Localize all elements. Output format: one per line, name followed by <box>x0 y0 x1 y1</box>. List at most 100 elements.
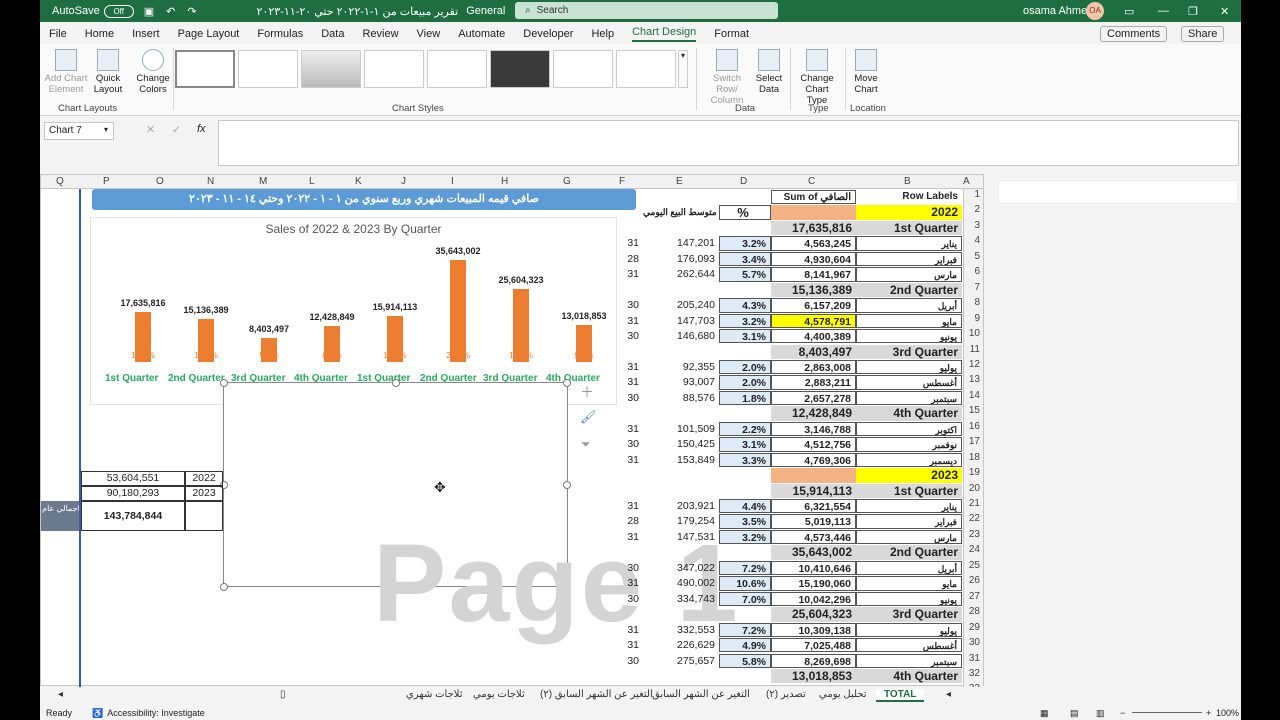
pivot-cell-d[interactable] <box>719 221 771 235</box>
pivot-cell-d[interactable]: 3.3% <box>719 452 771 468</box>
zoom-in-icon[interactable]: + <box>1206 708 1211 718</box>
pivot-cell-b[interactable]: 4th Quarter <box>856 668 962 684</box>
tab-view[interactable]: View <box>417 28 441 40</box>
pivot-cell-d[interactable]: 5.8% <box>719 653 771 668</box>
resize-handle[interactable] <box>563 481 571 489</box>
row-header[interactable]: 11 <box>970 344 980 355</box>
pivot-cell-e[interactable]: 92,355 <box>643 360 719 374</box>
pivot-cell-b[interactable]: أغسطس <box>856 638 962 653</box>
pivot-cell-b[interactable]: أبريل <box>856 298 962 313</box>
row-header[interactable]: 1 <box>974 189 980 200</box>
sensitivity-label[interactable]: General <box>466 5 505 17</box>
pivot-cell-c[interactable]: 17,635,816 <box>771 220 856 236</box>
pivot-cell-d[interactable] <box>719 190 771 204</box>
col-header[interactable]: F <box>619 176 625 187</box>
row-header[interactable]: 8 <box>974 297 980 308</box>
summary-total-blank[interactable] <box>185 501 223 531</box>
tab-automate[interactable]: Automate <box>458 28 505 40</box>
pivot-cell-e[interactable]: 150,425 <box>643 437 719 451</box>
row-header[interactable]: 27 <box>969 591 980 602</box>
pivot-cell-f[interactable] <box>603 345 643 359</box>
pivot-cell-b[interactable]: 1st Quarter <box>856 483 962 498</box>
switch-row-column-button[interactable]: Switch Row/ Column <box>702 49 752 106</box>
sheet-tab[interactable]: ثلاجات شهري <box>406 689 463 700</box>
tab-chart-design[interactable]: Chart Design <box>632 26 697 42</box>
pivot-cell-f[interactable]: 31 <box>603 360 643 374</box>
pivot-cell-e[interactable] <box>643 669 719 683</box>
col-header[interactable]: J <box>401 176 406 187</box>
pivot-cell-e[interactable] <box>643 545 719 559</box>
styles-scroll[interactable]: ▾ <box>678 50 688 88</box>
col-header[interactable]: O <box>156 176 164 187</box>
pivot-cell-b[interactable]: 4th Quarter <box>856 406 962 421</box>
col-header[interactable]: K <box>355 176 362 187</box>
pivot-cell-d[interactable]: 3.1% <box>719 329 771 344</box>
search-box[interactable]: ⌕ Search <box>515 2 778 19</box>
close-icon[interactable]: ✕ <box>1220 5 1229 18</box>
pivot-cell-b[interactable]: يوليو <box>856 359 962 375</box>
col-header[interactable]: G <box>563 176 571 187</box>
pivot-cell-c[interactable]: 2,863,008 <box>771 359 856 375</box>
pivot-cell-f[interactable]: 30 <box>603 561 643 575</box>
pivot-cell-e[interactable]: 147,531 <box>643 530 719 544</box>
pivot-cell-e[interactable] <box>643 283 719 297</box>
pivot-cell-c[interactable]: 4,578,791 <box>771 313 856 329</box>
pivot-cell-c[interactable]: 4,512,756 <box>771 437 856 452</box>
pivot-cell-d[interactable]: 3.2% <box>719 529 771 545</box>
worksheet-grid[interactable]: Q P O N M L K J I H G F E D C B A 123456… <box>40 174 984 694</box>
pivot-cell-d[interactable]: 4.3% <box>719 298 771 313</box>
comments-button[interactable]: Comments <box>1100 26 1168 42</box>
pivot-cell-d[interactable]: 7.0% <box>719 591 771 607</box>
pivot-cell-d[interactable]: 2.0% <box>719 359 771 375</box>
pivot-cell-e[interactable] <box>643 190 719 204</box>
pivot-cell-d[interactable] <box>719 406 771 420</box>
col-header[interactable]: N <box>207 176 214 187</box>
pivot-cell-d[interactable]: 5.7% <box>719 267 771 282</box>
pivot-cell-c[interactable]: 2,883,211 <box>771 375 856 390</box>
col-header[interactable]: Q <box>56 176 64 187</box>
row-header[interactable]: 25 <box>969 560 980 571</box>
pivot-cell-d[interactable] <box>719 283 771 297</box>
tab-format[interactable]: Format <box>714 28 749 40</box>
summary-total[interactable]: 143,784,844 <box>81 501 185 531</box>
chevron-down-icon[interactable]: ▾ <box>104 125 108 134</box>
pivot-cell-e[interactable]: 203,921 <box>643 499 719 513</box>
pivot-cell-e[interactable]: 275,657 <box>643 654 719 668</box>
pivot-cell-e[interactable]: 179,254 <box>643 514 719 528</box>
pivot-cell-f[interactable] <box>603 669 643 683</box>
pivot-cell-e[interactable]: 88,576 <box>643 391 719 405</box>
fx-icon[interactable]: fx <box>197 123 206 135</box>
pivot-cell-b[interactable]: 1st Quarter <box>856 220 962 236</box>
sheet-tab-total[interactable]: TOTAL <box>876 689 925 702</box>
select-data-button[interactable]: Select Data <box>752 49 786 95</box>
chart-bar[interactable] <box>450 260 466 362</box>
pivot-cell-d[interactable] <box>719 484 771 498</box>
summary-2022-value[interactable]: 53,604,551 <box>81 471 185 486</box>
row-header[interactable]: 24 <box>969 544 980 555</box>
tab-insert[interactable]: Insert <box>132 28 160 40</box>
pivot-cell-b[interactable]: فبراير <box>856 514 962 529</box>
pivot-cell-d[interactable]: 7.2% <box>719 622 771 638</box>
page-break-icon[interactable]: ▥ <box>1096 708 1105 719</box>
pivot-cell-e[interactable]: 153,849 <box>643 453 719 467</box>
tab-help[interactable]: Help <box>591 28 614 40</box>
pivot-cell-c[interactable]: 4,769,306 <box>771 452 856 468</box>
pivot-cell-b[interactable]: مارس <box>856 267 962 282</box>
pivot-cell-c[interactable]: 10,309,138 <box>771 622 856 638</box>
resize-handle[interactable] <box>220 583 228 591</box>
pivot-cell-e[interactable]: 347,022 <box>643 561 719 575</box>
pivot-cell-b[interactable]: اكتوبر <box>856 421 962 437</box>
resize-handle[interactable] <box>563 379 571 387</box>
pivot-cell-d[interactable]: 1.8% <box>719 390 771 406</box>
pivot-cell-f[interactable] <box>603 484 643 498</box>
pivot-cell-c[interactable]: 15,914,113 <box>771 483 856 498</box>
sheet-tab[interactable]: ثلاجات يومي <box>473 689 525 700</box>
pivot-cell-e[interactable] <box>643 484 719 498</box>
chart-styles-brush-icon[interactable]: 🖌 <box>580 409 597 425</box>
pivot-cell-f[interactable]: 31 <box>603 267 643 281</box>
pivot-cell-b[interactable]: أبريل <box>856 560 962 576</box>
pivot-cell-c[interactable]: 4,573,446 <box>771 529 856 545</box>
pivot-cell-c[interactable]: 8,141,967 <box>771 267 856 282</box>
pivot-cell-f[interactable] <box>603 607 643 621</box>
pivot-cell-d[interactable] <box>719 468 771 482</box>
